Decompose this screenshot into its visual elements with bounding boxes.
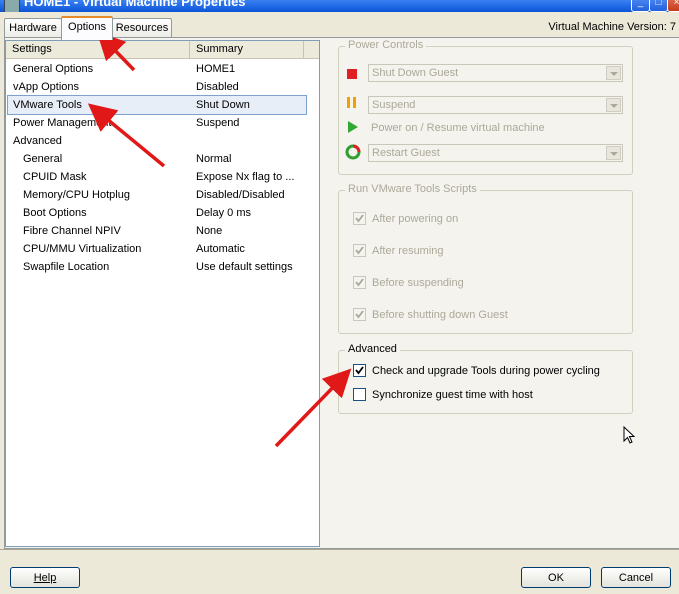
sync-time-checkbox[interactable] <box>353 388 366 401</box>
cancel-button[interactable]: Cancel <box>601 567 671 588</box>
list-item[interactable]: Power Management Suspend <box>6 114 306 132</box>
before-shutting-down-checkbox[interactable] <box>353 308 366 321</box>
advanced-group: Advanced <box>338 343 633 414</box>
check-upgrade-tools-label[interactable]: Check and upgrade Tools during power cyc… <box>372 365 600 377</box>
list-item[interactable]: Memory/CPU Hotplug Disabled/Disabled <box>6 186 306 204</box>
chevron-down-icon <box>606 98 621 112</box>
after-powering-on-checkbox[interactable] <box>353 212 366 225</box>
before-shutting-down-label: Before shutting down Guest <box>372 309 508 321</box>
list-item[interactable]: Swapfile Location Use default settings <box>6 258 306 276</box>
restart-select[interactable]: Restart Guest <box>368 144 623 162</box>
check-upgrade-tools-checkbox[interactable] <box>353 364 366 377</box>
list-item[interactable]: CPU/MMU Virtualization Automatic <box>6 240 306 258</box>
settings-list[interactable]: Settings Summary General Options HOME1 vA… <box>5 40 320 547</box>
maximize-button[interactable]: □ <box>649 0 668 12</box>
window-title: HOME1 - Virtual Machine Properties <box>24 0 246 9</box>
shutdown-select[interactable]: Shut Down Guest <box>368 64 623 82</box>
chevron-down-icon <box>606 66 621 80</box>
stop-icon <box>347 69 357 79</box>
before-suspending-checkbox[interactable] <box>353 276 366 289</box>
list-item-selected[interactable]: VMware Tools Shut Down <box>7 95 307 115</box>
close-button[interactable]: × <box>667 0 679 12</box>
minimize-button[interactable]: _ <box>631 0 650 12</box>
mouse-cursor-icon <box>623 426 636 444</box>
list-item[interactable]: General Options HOME1 <box>6 60 306 78</box>
list-item[interactable]: Boot Options Delay 0 ms <box>6 204 306 222</box>
after-resuming-label: After resuming <box>372 245 444 257</box>
app-icon <box>4 0 20 12</box>
power-on-label: Power on / Resume virtual machine <box>371 122 545 134</box>
tab-hardware[interactable]: Hardware <box>4 18 62 38</box>
sync-time-label[interactable]: Synchronize guest time with host <box>372 389 533 401</box>
play-icon <box>348 121 358 133</box>
help-button[interactable]: Help <box>10 567 80 588</box>
column-header-summary[interactable]: Summary <box>190 41 304 58</box>
after-resuming-checkbox[interactable] <box>353 244 366 257</box>
list-item[interactable]: Advanced <box>6 132 306 150</box>
tab-resources[interactable]: Resources <box>112 18 172 38</box>
chevron-down-icon <box>606 146 621 160</box>
pause-icon <box>347 97 350 108</box>
vm-version-label: Virtual Machine Version: 7 <box>548 21 676 33</box>
tab-options[interactable]: Options <box>61 16 113 40</box>
list-item[interactable]: CPUID Mask Expose Nx flag to ... <box>6 168 306 186</box>
advanced-legend: Advanced <box>345 343 400 355</box>
after-powering-on-label: After powering on <box>372 213 459 225</box>
list-header: Settings Summary <box>6 41 319 59</box>
divider <box>0 549 679 550</box>
list-item[interactable]: General Normal <box>6 150 306 168</box>
power-controls-legend: Power Controls <box>345 39 427 51</box>
before-suspending-label: Before suspending <box>372 277 464 289</box>
ok-button[interactable]: OK <box>521 567 591 588</box>
restart-icon <box>345 144 361 160</box>
title-bar[interactable]: HOME1 - Virtual Machine Properties _ □ × <box>0 0 679 12</box>
suspend-select[interactable]: Suspend <box>368 96 623 114</box>
tools-scripts-legend: Run VMware Tools Scripts <box>345 183 480 195</box>
column-header-settings[interactable]: Settings <box>6 41 190 58</box>
list-item[interactable]: Fibre Channel NPIV None <box>6 222 306 240</box>
list-item[interactable]: vApp Options Disabled <box>6 78 306 96</box>
